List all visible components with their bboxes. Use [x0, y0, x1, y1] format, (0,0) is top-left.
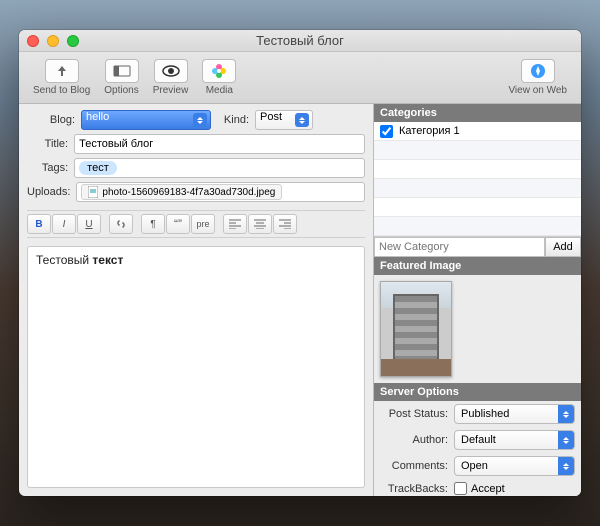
- add-category-row: Add: [374, 237, 581, 257]
- author-select[interactable]: Default: [454, 430, 575, 450]
- kind-select-value: Post: [260, 111, 282, 123]
- chevron-updown-icon: [193, 113, 207, 127]
- pre-button[interactable]: pre: [191, 214, 215, 234]
- link-icon: [115, 218, 127, 230]
- format-toolbar: B I U ¶ “” pre: [27, 210, 365, 238]
- trackbacks-accept-label: Accept: [471, 483, 505, 495]
- toolbar-label: Preview: [153, 85, 189, 96]
- upload-filename: photo-1560969183-4f7a30ad730d.jpeg: [102, 187, 275, 198]
- align-center-icon: [254, 219, 266, 229]
- quote-button[interactable]: “”: [166, 214, 190, 234]
- flower-icon: [211, 63, 227, 79]
- trackbacks-label: TrackBacks:: [380, 483, 448, 495]
- add-category-button[interactable]: Add: [545, 237, 581, 257]
- chevron-updown-icon: [558, 405, 574, 423]
- eye-icon: [162, 65, 180, 77]
- preview-button[interactable]: Preview: [147, 57, 195, 98]
- upload-icon: [55, 64, 69, 78]
- bold-button[interactable]: B: [27, 214, 51, 234]
- uploads-field[interactable]: photo-1560969183-4f7a30ad730d.jpeg: [76, 182, 365, 202]
- close-icon[interactable]: [27, 35, 39, 47]
- chevron-updown-icon: [295, 113, 309, 127]
- post-status-label: Post Status:: [380, 408, 448, 420]
- send-to-blog-button[interactable]: Send to Blog: [27, 57, 96, 98]
- align-right-button[interactable]: [273, 214, 297, 234]
- featured-image-thumbnail[interactable]: [380, 281, 452, 377]
- align-right-icon: [279, 219, 291, 229]
- trackbacks-checkbox[interactable]: [454, 482, 467, 495]
- uploads-label: Uploads:: [27, 186, 70, 198]
- window-controls: [27, 35, 79, 47]
- app-window: Тестовый блог Send to Blog Options Previ…: [19, 30, 581, 496]
- options-button[interactable]: Options: [98, 57, 144, 98]
- title-input[interactable]: [74, 134, 365, 154]
- window-title: Тестовый блог: [19, 33, 581, 48]
- blockquote-button[interactable]: ¶: [141, 214, 165, 234]
- italic-button[interactable]: I: [52, 214, 76, 234]
- post-status-value: Published: [461, 408, 509, 420]
- tags-label: Tags:: [27, 162, 68, 174]
- compass-icon: [530, 63, 546, 79]
- editor-area[interactable]: Тестовый текст: [27, 246, 365, 488]
- category-row: [374, 198, 581, 217]
- author-value: Default: [461, 434, 496, 446]
- left-pane: Blog: hello Kind: Post Title: Tags: тест: [19, 104, 374, 496]
- kind-select[interactable]: Post: [255, 110, 313, 130]
- link-button[interactable]: [109, 214, 133, 234]
- chevron-updown-icon: [558, 431, 574, 449]
- zoom-icon[interactable]: [67, 35, 79, 47]
- blog-label: Blog:: [27, 114, 75, 126]
- titlebar: Тестовый блог: [19, 30, 581, 52]
- right-pane: Categories Категория 1 Add Featured Imag…: [374, 104, 581, 496]
- category-row: [374, 141, 581, 160]
- tags-input[interactable]: тест: [74, 158, 365, 178]
- featured-image-header: Featured Image: [374, 257, 581, 275]
- upload-item[interactable]: photo-1560969183-4f7a30ad730d.jpeg: [81, 184, 282, 200]
- align-left-button[interactable]: [223, 214, 247, 234]
- editor-text: Тестовый: [36, 253, 92, 267]
- category-row: [374, 179, 581, 198]
- editor-text-bold: текст: [92, 253, 123, 267]
- tag-chip[interactable]: тест: [79, 161, 117, 175]
- new-category-input[interactable]: [374, 237, 545, 257]
- toolbar: Send to Blog Options Preview Media View …: [19, 52, 581, 104]
- title-label: Title:: [27, 138, 68, 150]
- category-row: [374, 160, 581, 179]
- categories-header: Categories: [374, 104, 581, 122]
- view-on-web-button[interactable]: View on Web: [502, 57, 573, 98]
- minimize-icon[interactable]: [47, 35, 59, 47]
- blog-select[interactable]: hello: [81, 110, 211, 130]
- content-area: Blog: hello Kind: Post Title: Tags: тест: [19, 104, 581, 496]
- underline-button[interactable]: U: [77, 214, 101, 234]
- panel-icon: [113, 65, 131, 77]
- category-label: Категория 1: [399, 125, 460, 137]
- comments-select[interactable]: Open: [454, 456, 575, 476]
- toolbar-label: Send to Blog: [33, 85, 90, 96]
- server-options-header: Server Options: [374, 383, 581, 401]
- blog-select-value: hello: [86, 111, 109, 123]
- category-checkbox[interactable]: [380, 125, 393, 138]
- chevron-updown-icon: [558, 457, 574, 475]
- comments-value: Open: [461, 460, 488, 472]
- align-center-button[interactable]: [248, 214, 272, 234]
- media-button[interactable]: Media: [196, 57, 242, 98]
- kind-label: Kind:: [217, 114, 249, 126]
- category-row[interactable]: Категория 1: [374, 122, 581, 141]
- comments-label: Comments:: [380, 460, 448, 472]
- align-left-icon: [229, 219, 241, 229]
- toolbar-label: Options: [104, 85, 138, 96]
- categories-list: Категория 1: [374, 122, 581, 237]
- toolbar-label: Media: [206, 85, 233, 96]
- toolbar-label: View on Web: [508, 85, 567, 96]
- file-icon: [88, 186, 98, 198]
- author-label: Author:: [380, 434, 448, 446]
- post-status-select[interactable]: Published: [454, 404, 575, 424]
- featured-image-area[interactable]: [374, 275, 581, 383]
- category-row: [374, 217, 581, 236]
